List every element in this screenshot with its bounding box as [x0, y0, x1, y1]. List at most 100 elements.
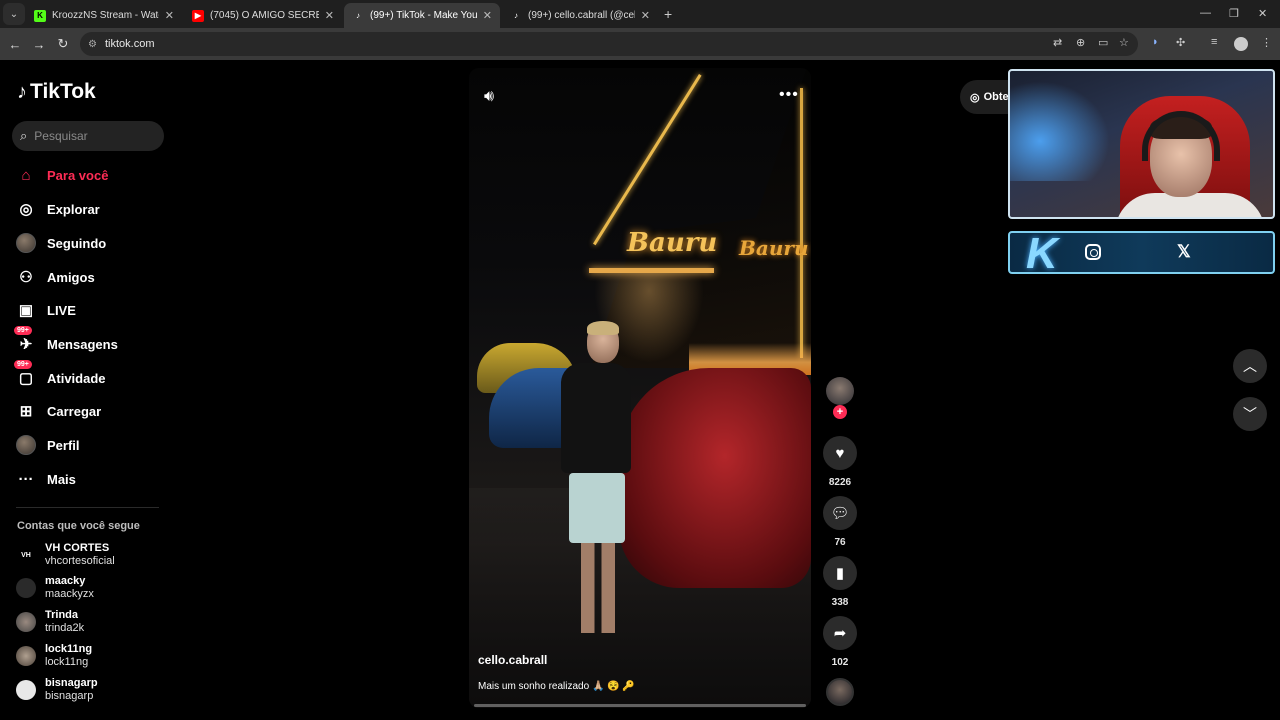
cast-icon[interactable]: ▭ [1098, 36, 1108, 49]
search-icon: ⌕ [20, 128, 28, 143]
streamer-webcam-overlay [1008, 69, 1275, 219]
reload-icon[interactable]: ↻ [51, 36, 75, 52]
account-name: lock11ng [45, 643, 93, 655]
comment-count: 76 [834, 537, 846, 548]
close-icon[interactable]: ✕ [483, 9, 492, 22]
sidebar-item-label: Mensagens [47, 336, 118, 352]
account-handle: trinda2k [45, 622, 85, 634]
sidebar-item-perfil[interactable]: Perfil [16, 433, 80, 457]
following-section-title: Contas que você segue [17, 520, 140, 532]
extension-icon[interactable]: ◗ [1152, 36, 1159, 48]
account-handle: bisnagarp [45, 690, 94, 702]
compass-icon: ◎ [19, 201, 33, 218]
search-input[interactable]: ⌕ Pesquisar [12, 121, 164, 151]
site-info-icon[interactable]: ⚙ [88, 39, 97, 50]
avatar [16, 680, 36, 700]
close-window-icon[interactable]: ✕ [1258, 7, 1267, 20]
browser-tab-bar: ⌄ K KroozzNS Stream - Watch Live ✕ ▶ (70… [0, 0, 1280, 28]
upload-icon: ⊞ [19, 403, 33, 420]
sidebar-item-seguindo[interactable]: Seguindo [16, 231, 106, 255]
minimize-icon[interactable]: — [1200, 7, 1211, 19]
following-avatar-icon [16, 233, 36, 253]
account-handle: maackyzx [45, 588, 94, 600]
zoom-icon[interactable]: ⊕ [1076, 36, 1085, 49]
sidebar-item-explorar[interactable]: ◎ Explorar [16, 197, 100, 221]
puzzle-icon[interactable]: ✣ [1176, 36, 1185, 49]
video-neon-sign: Bauru [627, 228, 718, 258]
media-icon[interactable]: ≡ [1211, 36, 1217, 48]
home-icon: ⌂ [21, 166, 31, 184]
volume-icon[interactable]: 🔊︎ [484, 88, 494, 106]
browser-tab-tiktok[interactable]: ♪ (99+) TikTok - Make Your Day ✕ [344, 3, 500, 28]
following-account[interactable]: bisnagarp bisnagarp [16, 677, 98, 703]
new-tab-button[interactable]: + [664, 6, 672, 22]
bookmark-icon: ▮ [823, 556, 857, 590]
video-scene-person [581, 538, 615, 633]
like-button[interactable]: ♥ 8226 [822, 436, 858, 488]
bookmark-star-icon[interactable]: ☆ [1119, 36, 1129, 49]
comment-button[interactable]: 💬︎ 76 [822, 496, 858, 548]
video-progress-bar[interactable] [474, 704, 806, 707]
following-account[interactable]: Trinda trinda2k [16, 609, 84, 635]
search-placeholder: Pesquisar [34, 129, 88, 143]
following-account[interactable]: maacky maackyzx [16, 575, 94, 601]
sidebar-item-atividade[interactable]: ▢ 99+ Atividade [14, 360, 106, 390]
phone-icon: ◎ [970, 91, 980, 104]
sidebar-item-live[interactable]: ▣ LIVE [16, 298, 76, 322]
browser-tab-profile[interactable]: ♪ (99+) cello.cabrall (@cello.cabra ✕ [502, 3, 658, 28]
translate-icon[interactable]: ⇄ [1053, 36, 1062, 49]
tiktok-note-icon: ♪ [17, 80, 27, 103]
next-video-button[interactable]: ﹀ [1233, 397, 1267, 431]
tab-title: KroozzNS Stream - Watch Live [52, 10, 159, 21]
back-icon[interactable]: ← [3, 37, 27, 52]
browser-tab-kick[interactable]: K KroozzNS Stream - Watch Live ✕ [26, 3, 182, 28]
sidebar-item-label: Perfil [47, 437, 80, 453]
sidebar-item-para-voce[interactable]: ⌂ Para você [16, 163, 108, 187]
following-account[interactable]: lock11ng lock11ng [16, 643, 92, 669]
close-icon[interactable]: ✕ [325, 9, 334, 22]
share-icon: ➦ [823, 616, 857, 650]
account-name: Trinda [45, 609, 79, 621]
avatar [16, 578, 36, 598]
music-disc-avatar[interactable] [826, 678, 854, 706]
maximize-icon[interactable]: ❐ [1229, 7, 1239, 20]
forward-icon[interactable]: → [27, 37, 51, 52]
share-button[interactable]: ➦ 102 [822, 616, 858, 668]
account-handle: lock11ng [45, 656, 89, 668]
video-author[interactable]: cello.cabrall [478, 653, 547, 667]
sidebar-item-label: Amigos [47, 269, 95, 285]
browser-menu-icon[interactable]: ⋮ [1261, 36, 1272, 49]
video-player[interactable]: Bauru Bauru [469, 68, 811, 708]
sidebar-item-carregar[interactable]: ⊞ Carregar [16, 399, 102, 423]
follow-plus-icon[interactable]: + [833, 405, 847, 419]
following-account[interactable]: VH VH CORTES vhcortesoficial [16, 542, 115, 568]
sidebar-item-label: Atividade [47, 370, 106, 386]
tab-search-button[interactable]: ⌄ [3, 3, 25, 25]
divider [16, 507, 159, 508]
live-icon: ▣ [18, 302, 34, 319]
creator-avatar[interactable] [826, 377, 854, 405]
tiktok-logo[interactable]: ♪ TikTok [17, 80, 96, 104]
friends-icon: ⚇ [19, 269, 33, 286]
avatar [16, 612, 36, 632]
sidebar-item-amigos[interactable]: ⚇ Amigos [16, 265, 95, 289]
account-name: bisnagarp [45, 677, 98, 689]
previous-video-button[interactable]: ︿ [1233, 349, 1267, 383]
sidebar-item-label: Explorar [47, 201, 100, 217]
notification-badge: 99+ [14, 326, 32, 335]
message-icon: ✈ 99+ [14, 326, 36, 354]
profile-icon[interactable] [1234, 37, 1248, 51]
more-icon: ··· [18, 470, 34, 488]
close-icon[interactable]: ✕ [641, 9, 650, 22]
url-bar[interactable]: ⚙ tiktok.com [80, 32, 1138, 56]
close-icon[interactable]: ✕ [165, 9, 174, 22]
sidebar-item-mais[interactable]: ··· Mais [16, 467, 76, 491]
account-name: maacky [45, 575, 86, 587]
sidebar-item-mensagens[interactable]: ✈ 99+ Mensagens [14, 326, 118, 356]
video-scene-person [561, 363, 631, 473]
browser-tab-youtube[interactable]: ▶ (7045) O AMIGO SECRETO LOU ✕ [184, 3, 342, 28]
more-options-icon[interactable]: ••• [779, 86, 799, 104]
save-button[interactable]: ▮ 338 [822, 556, 858, 608]
webcam-scene-person [1115, 193, 1265, 217]
streamer-logo-icon: K [1026, 229, 1058, 278]
